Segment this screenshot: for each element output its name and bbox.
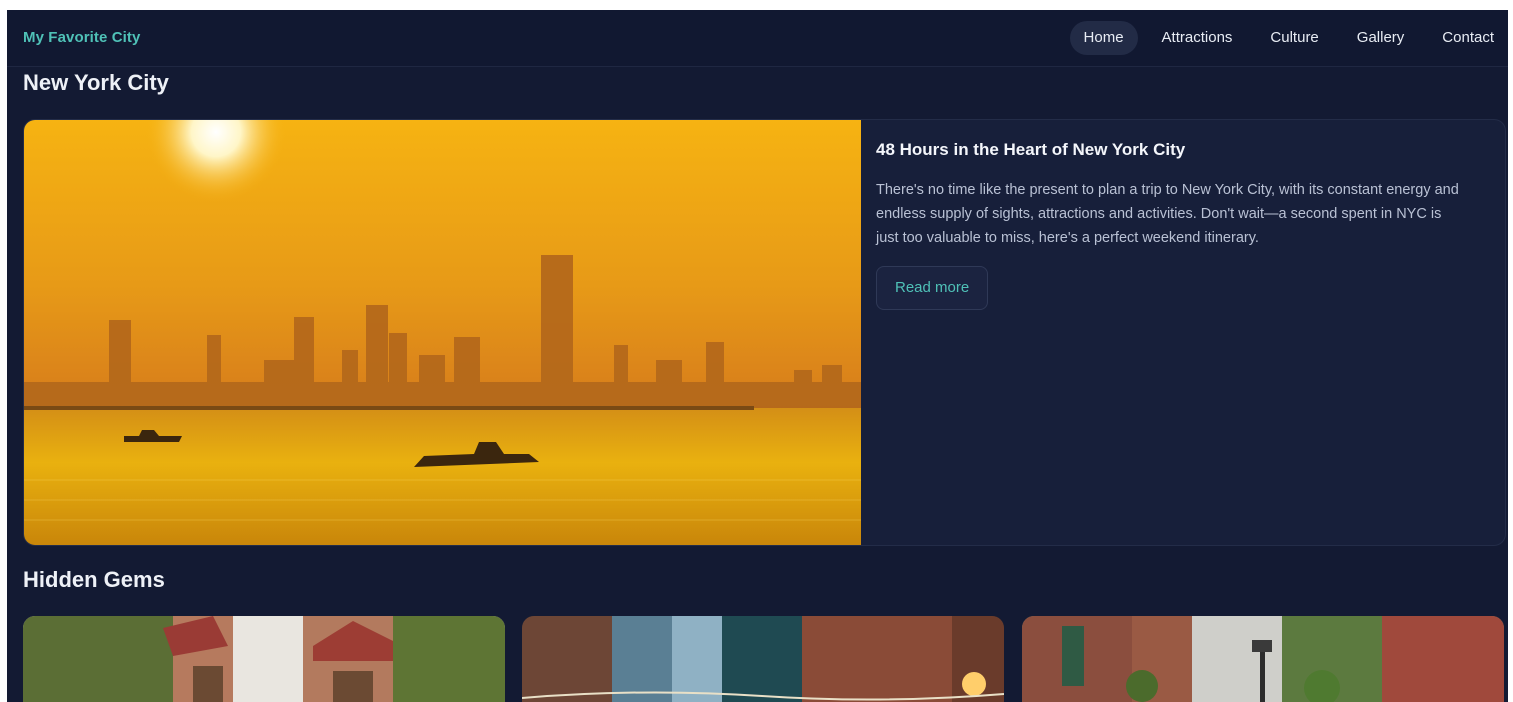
city-title: New York City	[23, 70, 169, 95]
ivy-covered-street-photo[interactable]	[23, 616, 505, 702]
nav-link-gallery[interactable]: Gallery	[1343, 21, 1419, 55]
featured-article-description: There's no time like the present to plan…	[876, 182, 1459, 246]
read-more-button[interactable]: Read more	[876, 266, 989, 310]
hidden-gems-grid	[23, 616, 1504, 702]
nav-link-contact[interactable]: Contact	[1428, 21, 1508, 55]
featured-article-title: 48 Hours in the Heart of New York City	[876, 140, 1186, 159]
hidden-gems-title: Hidden Gems	[23, 567, 165, 592]
city-alley-lights-photo[interactable]	[522, 616, 1004, 702]
sunset-skyline-photo	[24, 120, 861, 545]
garden-street-photo[interactable]	[1022, 616, 1504, 702]
page: My Favorite City Home Attractions Cultur…	[7, 10, 1508, 702]
nav-link-culture[interactable]: Culture	[1256, 21, 1332, 55]
featured-article-card: 48 Hours in the Heart of New York City T…	[23, 119, 1506, 546]
nav-link-home[interactable]: Home	[1069, 21, 1138, 55]
featured-article-body: 48 Hours in the Heart of New York City T…	[876, 140, 1476, 310]
nav-link-attractions[interactable]: Attractions	[1148, 21, 1247, 55]
top-navbar: My Favorite City Home Attractions Cultur…	[7, 10, 1508, 67]
nav-links: Home Attractions Culture Gallery Contact	[1060, 21, 1508, 55]
brand-logo[interactable]: My Favorite City	[23, 29, 140, 46]
